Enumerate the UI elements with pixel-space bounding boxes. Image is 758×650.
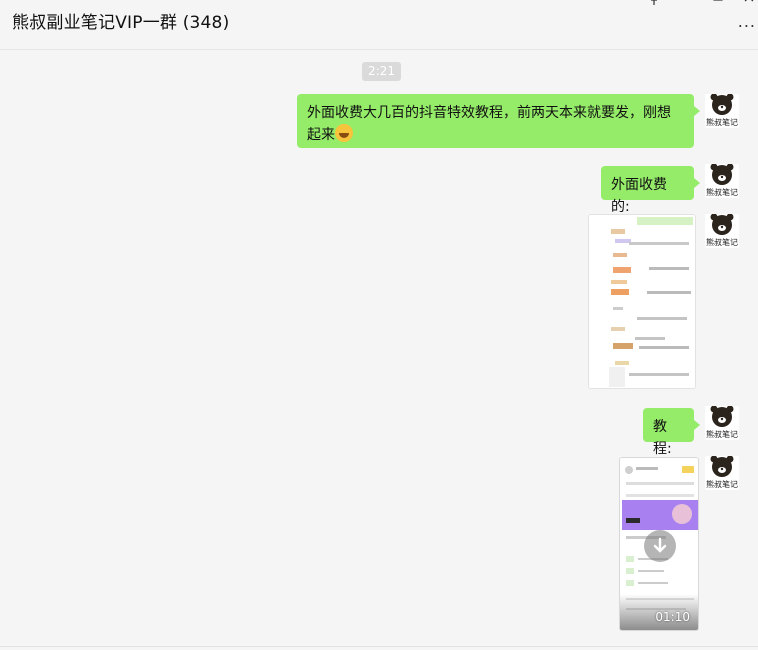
download-icon[interactable]	[644, 530, 676, 562]
close-icon[interactable]	[744, 0, 756, 9]
input-divider	[0, 646, 758, 647]
avatar[interactable]: 熊叔笔记	[705, 214, 739, 248]
avatar-label: 熊叔笔记	[706, 187, 738, 197]
message-bubble-4[interactable]: 教程:	[643, 408, 700, 457]
more-options-icon[interactable]: ...	[738, 12, 756, 31]
avatar-label: 熊叔笔记	[706, 429, 738, 439]
avatar[interactable]: 熊叔笔记	[705, 94, 739, 128]
avatar[interactable]: 熊叔笔记	[705, 406, 739, 440]
message-timestamp: 2:21	[362, 62, 401, 81]
avatar-label: 熊叔笔记	[706, 117, 738, 127]
avatar[interactable]: 熊叔笔记	[705, 456, 739, 490]
chat-title: 熊叔副业笔记VIP一群 (348)	[12, 13, 230, 33]
avatar[interactable]: 熊叔笔记	[705, 164, 739, 198]
screenshot-image	[589, 215, 695, 388]
message-text: 外面收费大几百的抖音特效教程，前两天本来就要发，刚想起来	[307, 105, 671, 143]
video-duration: 01:10	[655, 610, 690, 624]
grinning-squint-emoji-icon	[335, 124, 353, 142]
message-text: 外面收费的:	[611, 177, 667, 215]
message-bubble-1[interactable]: 外面收费大几百的抖音特效教程，前两天本来就要发，刚想起来	[297, 94, 700, 148]
avatar-label: 熊叔笔记	[706, 237, 738, 247]
minimize-icon[interactable]	[680, 0, 692, 9]
avatar-label: 熊叔笔记	[706, 479, 738, 489]
message-text: 教程:	[653, 419, 672, 457]
message-bubble-2[interactable]: 外面收费的:	[601, 166, 700, 215]
pin-icon[interactable]	[648, 0, 660, 9]
chat-header: 熊叔副业笔记VIP一群 (348) ...	[0, 0, 758, 50]
image-message[interactable]	[588, 214, 696, 389]
maximize-icon[interactable]	[712, 0, 724, 9]
video-message[interactable]: 01:10	[619, 457, 699, 631]
